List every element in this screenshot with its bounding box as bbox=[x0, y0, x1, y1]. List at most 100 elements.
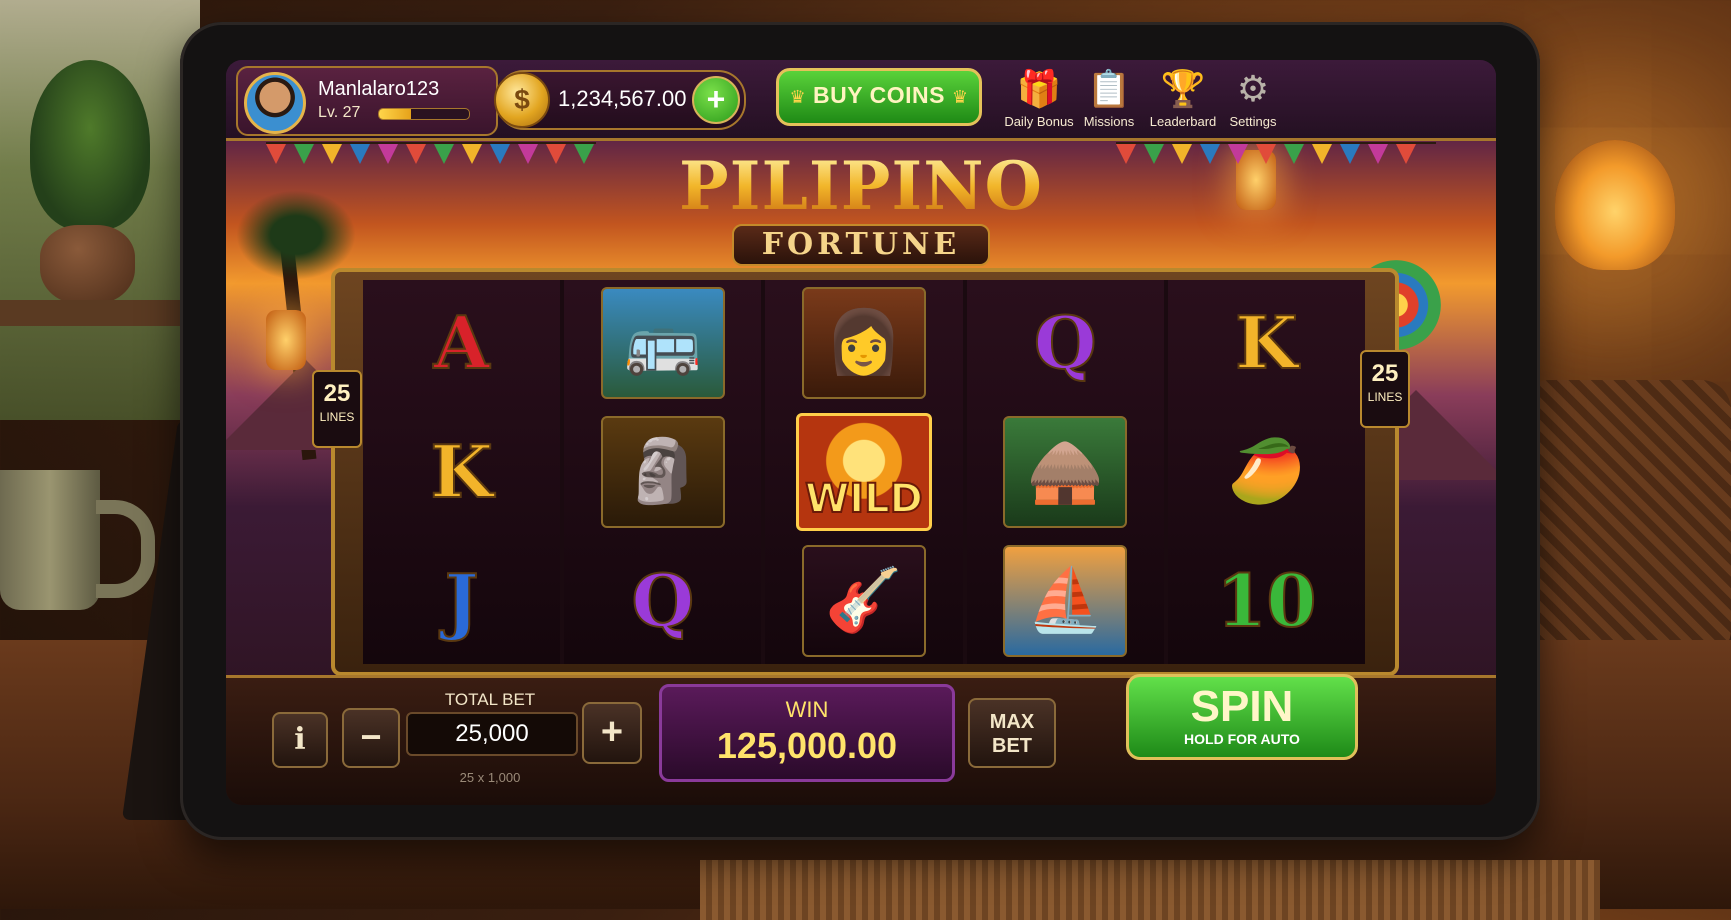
player-profile[interactable]: Manlalaro123 Lv. 27 bbox=[236, 66, 498, 136]
add-coins-button[interactable]: + bbox=[692, 76, 740, 124]
symbol-k: K bbox=[1234, 299, 1299, 385]
shelf bbox=[0, 300, 210, 326]
reel-cell: WILD bbox=[765, 409, 962, 534]
jeepney-icon: 🚌 bbox=[600, 286, 725, 399]
paylines-indicator-right: 25 LINES bbox=[1360, 350, 1410, 428]
bunting-flag bbox=[1340, 144, 1360, 164]
bunting-right bbox=[1116, 142, 1436, 164]
wicker-chair bbox=[1520, 380, 1731, 660]
increase-bet-button[interactable]: + bbox=[582, 702, 642, 764]
symbol-j: J bbox=[444, 558, 480, 644]
bunting-flag bbox=[574, 144, 594, 164]
total-bet-label: TOTAL BET bbox=[444, 690, 536, 709]
filipina-woman-icon: 👩 bbox=[802, 286, 926, 399]
bunting-flag bbox=[1312, 144, 1332, 164]
sailboat-icon: ⛵ bbox=[1003, 545, 1128, 658]
reel-cell: J bbox=[363, 539, 560, 664]
bunting-flag bbox=[350, 144, 370, 164]
total-bet: TOTAL BET 25,000 bbox=[406, 688, 578, 758]
paylines-unit: LINES bbox=[1367, 390, 1403, 404]
game-logo: PILIPINO FORTUNE bbox=[626, 150, 1096, 280]
bunting-flag bbox=[462, 144, 482, 164]
trophy-icon: 🏆 bbox=[1160, 68, 1206, 109]
decrease-bet-button[interactable]: − bbox=[342, 708, 400, 768]
bunting-flag bbox=[1284, 144, 1304, 164]
tablet-device: Manlalaro123 Lv. 27 $ 1,234,567.00 + ♛ B… bbox=[180, 22, 1540, 840]
coin-icon: $ bbox=[494, 72, 550, 128]
paylines-count: 25 bbox=[1371, 360, 1399, 387]
win-display: WIN 125,000.00 bbox=[659, 684, 955, 782]
bunting-flag bbox=[490, 144, 510, 164]
bunting-flag bbox=[546, 144, 566, 164]
bunting-flag bbox=[1200, 144, 1220, 164]
spin-label: SPIN bbox=[1190, 682, 1294, 731]
reel-3: 👩 WILD 🎸 bbox=[765, 280, 963, 664]
buy-coins-button[interactable]: ♛ BUY COINS ♛ bbox=[776, 68, 982, 126]
reel-cell: K bbox=[363, 409, 560, 534]
bunting-flag bbox=[406, 144, 426, 164]
symbol-a: A bbox=[433, 299, 491, 385]
bunting-flag bbox=[1228, 144, 1248, 164]
nav-label: Leaderbard bbox=[1149, 114, 1217, 129]
guitar-icon: 🎸 bbox=[802, 545, 926, 658]
bunting-left bbox=[266, 142, 596, 164]
reel-cell: 10 bbox=[1168, 539, 1365, 664]
symbol-q: Q bbox=[1033, 299, 1098, 385]
reel-1: AKJ bbox=[363, 280, 561, 664]
reels-grid: A K J 🚌 🗿 Q 👩 WILD 🎸 Q 🛖 ⛵ K 🥭 10 bbox=[363, 280, 1366, 664]
symbol-q: Q bbox=[630, 558, 695, 644]
info-button[interactable]: i bbox=[272, 712, 328, 768]
bunting-flag bbox=[1144, 144, 1164, 164]
bunting-flag bbox=[1116, 144, 1136, 164]
reel-frame: A K J 🚌 🗿 Q 👩 WILD 🎸 Q 🛖 ⛵ K 🥭 10 bbox=[331, 268, 1399, 676]
mango-icon: 🥭 bbox=[1227, 436, 1305, 506]
buy-coins-label: BUY COINS bbox=[813, 82, 945, 108]
bet-formula: 25 x 1,000 bbox=[459, 770, 521, 785]
gear-icon: ⚙ bbox=[1236, 68, 1270, 109]
max-bet-button[interactable]: MAX BET bbox=[968, 698, 1056, 768]
table-lamp bbox=[1555, 140, 1675, 270]
bunting-flag bbox=[1396, 144, 1416, 164]
reel-cell: K bbox=[1168, 280, 1365, 405]
total-bet-value: 25,000 bbox=[406, 712, 578, 756]
reel-cell: ⛵ bbox=[967, 539, 1164, 664]
bunting-flag bbox=[1256, 144, 1276, 164]
game-subtitle: FORTUNE bbox=[731, 224, 991, 266]
reel-cell: 🥭 bbox=[1168, 409, 1365, 534]
paylines-unit: LINES bbox=[319, 410, 355, 424]
reel-cell: 👩 bbox=[765, 280, 962, 405]
plant-pot bbox=[40, 225, 135, 305]
control-panel: i − TOTAL BET 25,000 25 x 1,000 + WIN 12… bbox=[226, 674, 1496, 805]
bunting-flag bbox=[266, 144, 286, 164]
coffee-mug bbox=[0, 470, 100, 610]
spin-button[interactable]: SPIN HOLD FOR AUTO bbox=[1126, 674, 1358, 760]
symbol-10: 10 bbox=[1215, 558, 1317, 644]
bunting-flag bbox=[378, 144, 398, 164]
reel-5: K 🥭 10 bbox=[1167, 280, 1366, 664]
reel-4: Q 🛖 ⛵ bbox=[966, 280, 1164, 664]
win-label: WIN bbox=[785, 697, 829, 722]
avatar[interactable] bbox=[244, 72, 306, 134]
win-amount: 125,000.00 bbox=[716, 725, 898, 766]
houseplant bbox=[30, 60, 150, 230]
gift-icon: 🎁 bbox=[1016, 68, 1062, 109]
bunting-flag bbox=[322, 144, 342, 164]
nav-settings[interactable]: ⚙ Settings bbox=[1208, 66, 1298, 129]
paylines-indicator-left: 25 LINES bbox=[312, 370, 362, 448]
username: Manlalaro123 bbox=[318, 78, 440, 100]
symbol-k: K bbox=[429, 428, 494, 514]
reel-cell: 🗿 bbox=[564, 409, 761, 534]
bunting-flag bbox=[294, 144, 314, 164]
coin-amount: 1,234,567.00 bbox=[558, 86, 687, 111]
bunting-flag bbox=[518, 144, 538, 164]
reel-cell: 🛖 bbox=[967, 409, 1164, 534]
nav-label: Missions bbox=[1083, 114, 1135, 129]
crown-icon: ♛ bbox=[951, 87, 969, 107]
reel-2: 🚌 🗿 Q bbox=[564, 280, 762, 664]
wild-label: WILD bbox=[804, 475, 924, 523]
reel-cell: A bbox=[363, 280, 560, 405]
bunting-flag bbox=[434, 144, 454, 164]
golden-statue-icon: 🗿 bbox=[600, 415, 725, 528]
coin-balance: $ 1,234,567.00 + bbox=[494, 70, 746, 130]
reel-cell: 🚌 bbox=[564, 280, 761, 405]
